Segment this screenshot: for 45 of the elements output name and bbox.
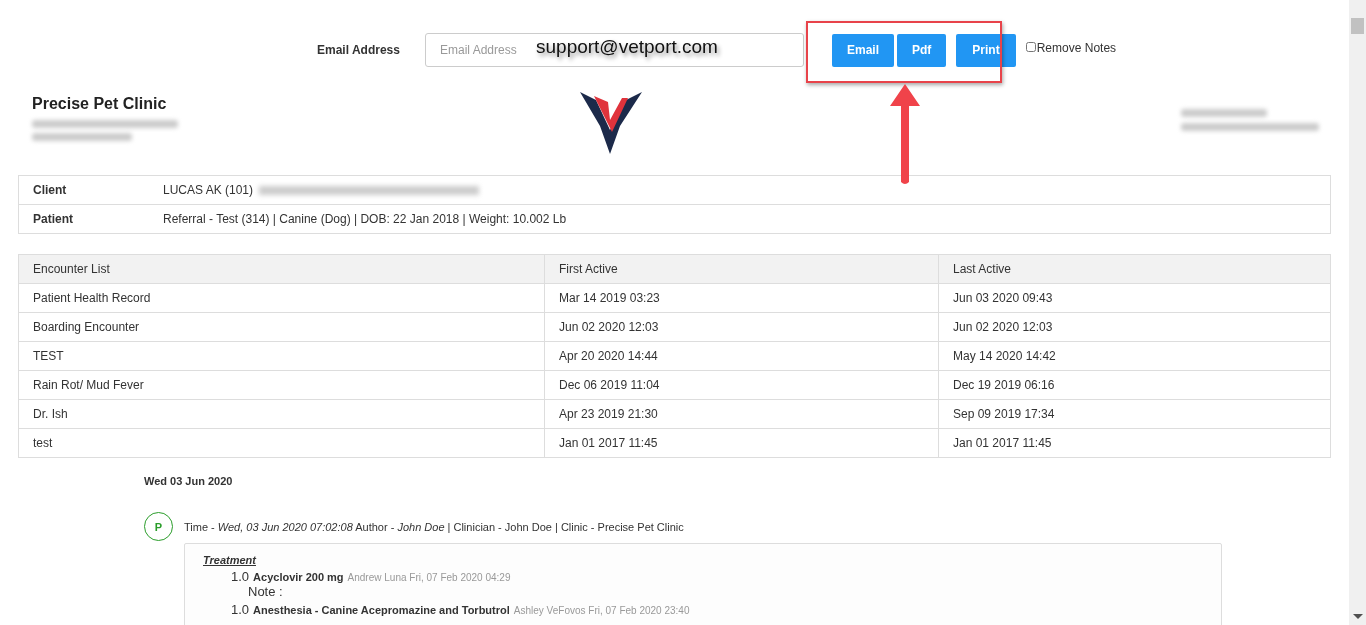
- table-cell: Sep 09 2019 17:34: [938, 399, 1331, 429]
- table-cell: Apr 20 2020 14:44: [544, 341, 939, 371]
- table-cell: Dec 19 2019 06:16: [938, 370, 1331, 400]
- table-cell: Boarding Encounter: [18, 312, 545, 342]
- table-cell: Dr. Ish: [18, 399, 545, 429]
- column-header: Encounter List: [18, 254, 545, 284]
- table-cell: Referral - Test (314) | Canine (Dog) | DOB: 22 Jan 2018 | Weight: 10.002 Lb: [149, 204, 1331, 234]
- table-cell: Mar 14 2019 03:23: [544, 283, 939, 313]
- table-cell: Rain Rot/ Mud Fever: [18, 370, 545, 400]
- table-cell: Jun 03 2020 09:43: [938, 283, 1331, 313]
- checkbox[interactable]: [1025, 42, 1036, 52]
- item-name: Anesthesia - Canine Acepromazine and Torbutrol: [253, 604, 510, 616]
- table-cell: Jan 01 2017 11:45: [544, 428, 939, 458]
- quantity: 1.0: [231, 602, 250, 617]
- table-cell: Client: [18, 175, 149, 205]
- section-title: Treatment: [203, 554, 258, 566]
- action-button[interactable]: Email: [832, 33, 894, 67]
- field-label: Email Address: [317, 43, 401, 57]
- action-button[interactable]: Pdf: [897, 33, 947, 67]
- table-cell: Patient Health Record: [18, 283, 545, 313]
- table-cell: LUCAS AK (101): [163, 183, 254, 197]
- entry-meta: Time - Wed, 03 Jun 2020 07:02:08 Author - John Doe | Clinician - John Doe | Clinic - Precise Pet Clinic: [184, 520, 684, 533]
- date-heading: Wed 03 Jun 2020: [144, 475, 234, 487]
- checkbox-label: Remove Notes: [1036, 41, 1117, 55]
- logo-icon: [580, 90, 642, 154]
- item-note: Note :: [248, 584, 284, 599]
- item-author: Ashley VeFovos Fri, 07 Feb 2020 23:40: [513, 605, 690, 616]
- column-header: Last Active: [938, 254, 1331, 284]
- table-cell: Jun 02 2020 12:03: [544, 312, 939, 342]
- table-cell: Jun 02 2020 12:03: [938, 312, 1331, 342]
- quantity: 1.0: [231, 569, 250, 584]
- table-cell: test: [18, 428, 545, 458]
- action-button[interactable]: Print: [956, 33, 1016, 67]
- clinic-name: Precise Pet Clinic: [32, 95, 168, 113]
- table-cell: Apr 23 2019 21:30: [544, 399, 939, 429]
- item-name: Acyclovir 200 mg: [253, 571, 344, 583]
- table-cell: Patient: [18, 204, 149, 234]
- column-header: First Active: [544, 254, 939, 284]
- scrollbar[interactable]: [1349, 0, 1366, 625]
- table-cell: May 14 2020 14:42: [938, 341, 1331, 371]
- item-author: Andrew Luna Fri, 07 Feb 2020 04:29: [347, 572, 511, 583]
- overlay-text: support@vetport.com: [536, 36, 718, 58]
- table-cell: Dec 06 2019 11:04: [544, 370, 939, 400]
- table-cell: Jan 01 2017 11:45: [938, 428, 1331, 458]
- table-cell: TEST: [18, 341, 545, 371]
